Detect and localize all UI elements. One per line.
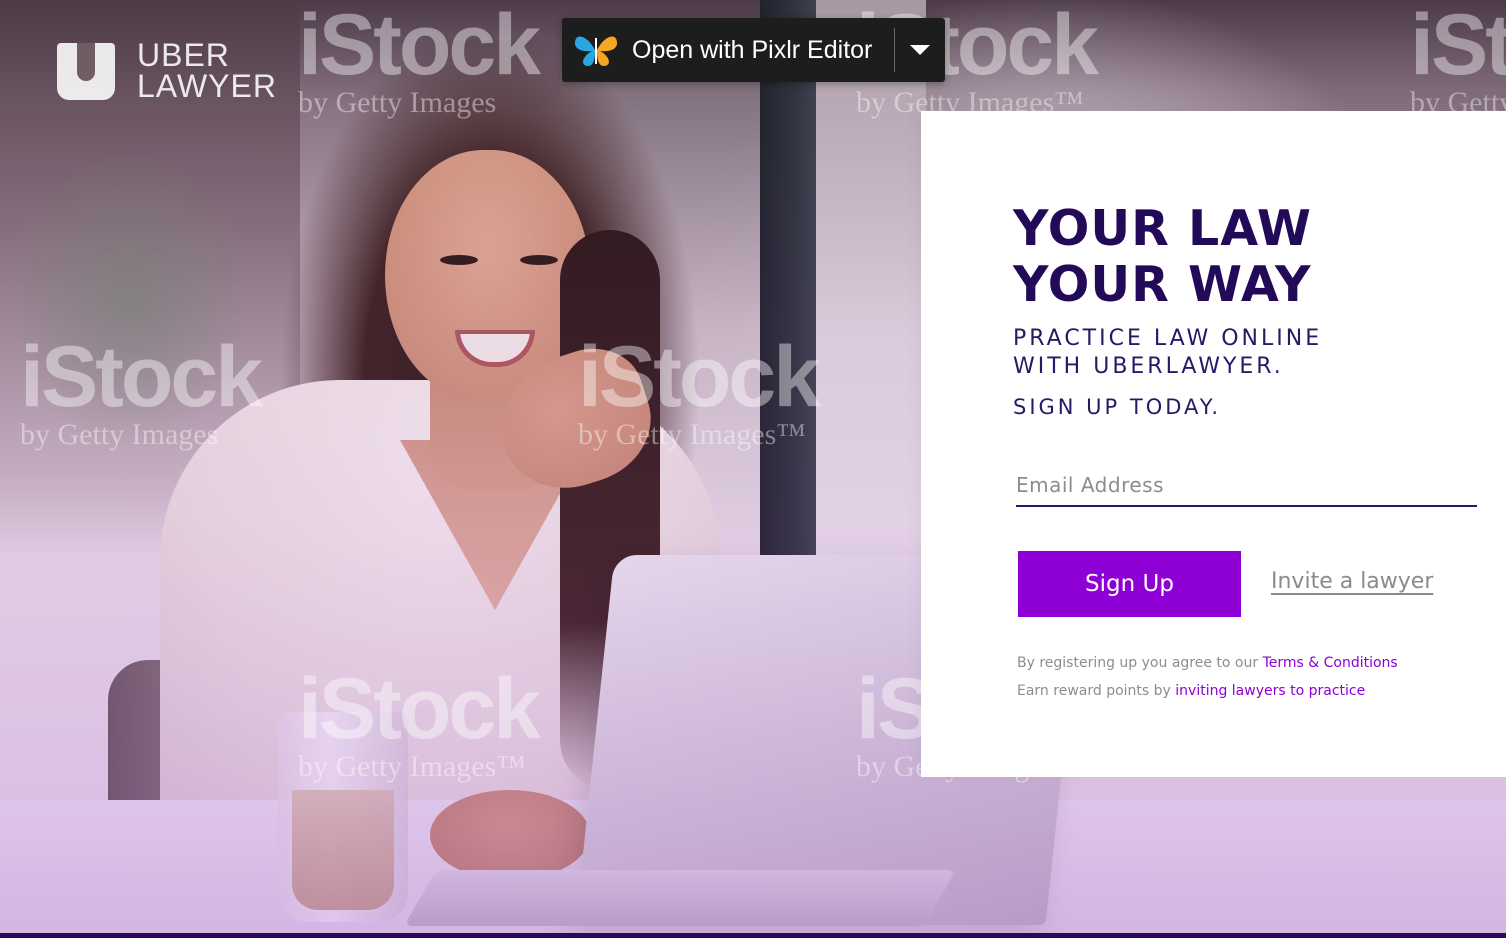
headline-line-2: YOUR WAY [1013, 256, 1312, 313]
signup-prompt: SIGN UP TODAY. [1013, 395, 1222, 419]
bottom-accent-bar [0, 933, 1506, 938]
reward-notice: Earn reward points by inviting lawyers t… [1017, 683, 1365, 699]
subheadline-line-1: PRACTICE LAW ONLINE [1013, 326, 1323, 351]
invite-lawyers-link[interactable]: inviting lawyers to practice [1175, 683, 1365, 699]
terms-conditions-link[interactable]: Terms & Conditions [1263, 655, 1398, 671]
uberlawyer-logo[interactable]: UBER LAWYER [57, 37, 277, 104]
reward-prefix: Earn reward points by [1017, 683, 1176, 699]
signup-card: YOUR LAW YOUR WAY PRACTICE LAW ONLINE WI… [921, 111, 1506, 777]
logo-u-icon [57, 42, 115, 100]
email-field[interactable] [1016, 465, 1477, 507]
caret-down-icon[interactable] [895, 18, 945, 82]
logo-line-2: LAWYER [137, 68, 277, 104]
pixlr-overlay: Open with Pixlr Editor [562, 18, 945, 82]
pixlr-label: Open with Pixlr Editor [632, 35, 873, 64]
landing-page: iStock by Getty Images iStock by Getty I… [0, 0, 1506, 938]
subheadline-line-2: WITH UBERLAWYER. [1013, 354, 1284, 379]
open-with-pixlr-button[interactable]: Open with Pixlr Editor [562, 18, 894, 82]
headline: YOUR LAW YOUR WAY [1013, 201, 1312, 313]
butterfly-icon [572, 30, 620, 70]
logo-line-1: UBER [137, 37, 230, 73]
logo-wordmark: UBER LAWYER [137, 37, 277, 104]
headline-line-1: YOUR LAW [1013, 200, 1312, 257]
subheadline: PRACTICE LAW ONLINE WITH UBERLAWYER. [1013, 325, 1322, 381]
invite-lawyer-link[interactable]: Invite a lawyer [1271, 569, 1433, 594]
sign-up-button[interactable]: Sign Up [1018, 551, 1241, 617]
terms-prefix: By registering up you agree to our [1017, 655, 1263, 671]
terms-notice: By registering up you agree to our Terms… [1017, 655, 1398, 671]
